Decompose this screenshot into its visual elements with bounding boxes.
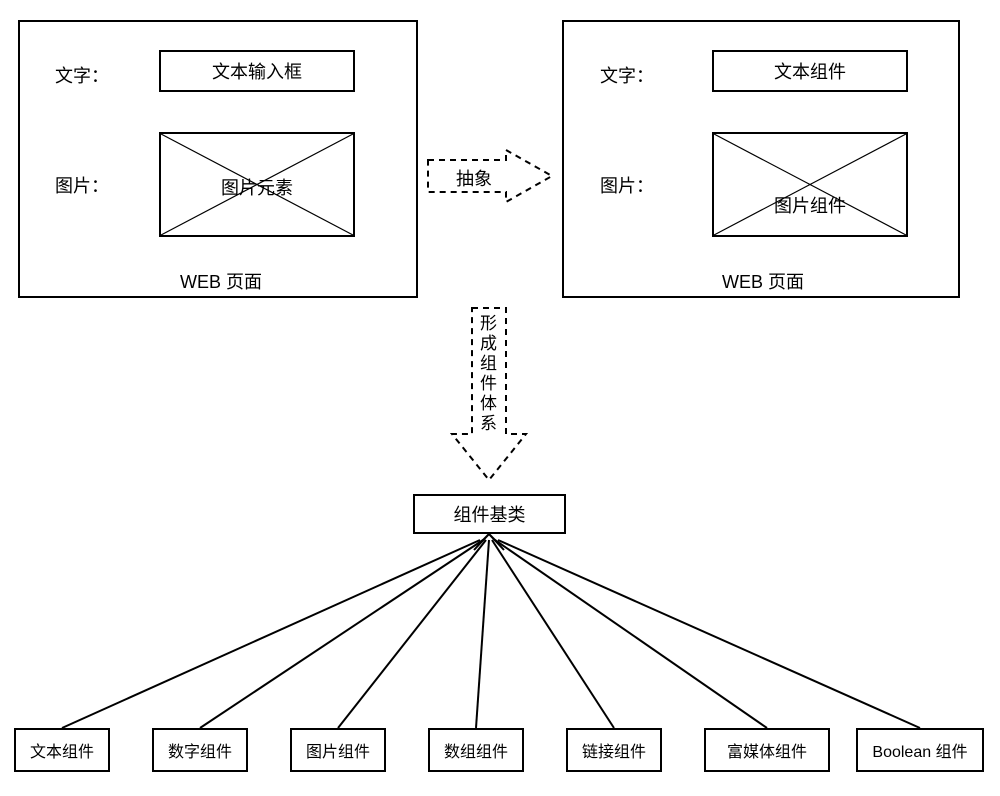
leaf-richmedia-component: 富媒体组件 [704,728,830,772]
left-text-label: 文字： [55,62,109,88]
system-arrow-char: 组 [480,354,497,374]
component-base-class-box: 组件基类 [413,494,566,534]
system-arrow-label: 形 成 组 件 体 系 [480,314,497,434]
system-arrow-char: 体 [480,394,497,414]
right-image-component-box: 图片组件 [712,132,908,237]
leaf-boolean-component: Boolean 组件 [856,728,984,772]
left-image-element-label: 图片元素 [161,174,353,200]
right-image-component-label: 图片组件 [714,192,906,218]
leaf-label: 图片组件 [306,738,370,762]
system-arrow-char: 件 [480,374,497,394]
abstract-arrow-label: 抽象 [456,165,492,191]
left-image-label: 图片： [55,172,109,198]
leaf-label: 数组组件 [444,738,508,762]
system-arrow-char: 成 [480,334,497,354]
left-panel-caption: WEB 页面 [180,268,262,294]
right-text-label: 文字： [600,62,654,88]
leaf-label: 数字组件 [168,738,232,762]
leaf-link-component: 链接组件 [566,728,662,772]
leaf-text-component: 文本组件 [14,728,110,772]
leaf-label: 链接组件 [582,738,646,762]
leaf-label: Boolean 组件 [872,738,967,762]
leaf-label: 文本组件 [30,738,94,762]
left-text-input-label: 文本输入框 [212,58,302,84]
leaf-number-component: 数字组件 [152,728,248,772]
leaf-array-component: 数组组件 [428,728,524,772]
right-text-component-box: 文本组件 [712,50,908,92]
component-base-class-label: 组件基类 [454,501,526,527]
right-text-component-label: 文本组件 [774,58,846,84]
leaf-label: 富媒体组件 [727,738,807,762]
system-arrow-char: 系 [480,414,497,434]
leaf-image-component: 图片组件 [290,728,386,772]
left-image-element-box: 图片元素 [159,132,355,237]
left-text-input-box: 文本输入框 [159,50,355,92]
right-image-label: 图片： [600,172,654,198]
cross-icon [714,134,906,235]
system-arrow-char: 形 [480,314,497,334]
right-panel-caption: WEB 页面 [722,268,804,294]
